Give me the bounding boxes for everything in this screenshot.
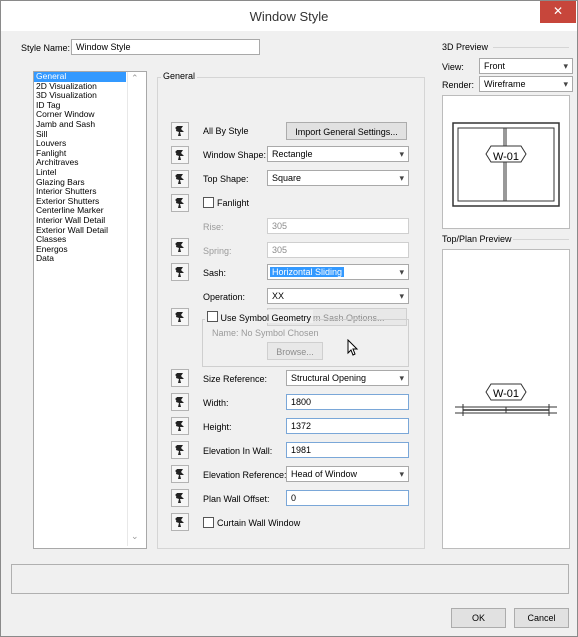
width-label: Width:	[203, 398, 229, 408]
by-style-icon[interactable]	[171, 513, 189, 531]
operation-label: Operation:	[203, 292, 246, 302]
plan-wall-offset-label: Plan Wall Offset:	[203, 494, 270, 504]
cancel-button[interactable]: Cancel	[514, 608, 569, 628]
top-shape-select[interactable]: Square ▾	[267, 170, 409, 186]
import-general-settings-button[interactable]: Import General Settings...	[286, 122, 407, 140]
scroll-down-icon[interactable]: ⌄	[131, 531, 139, 542]
by-style-toggle-icon	[175, 312, 184, 322]
sash-select[interactable]: Horizontal Sliding ▾	[267, 264, 409, 280]
by-style-icon[interactable]	[171, 263, 189, 281]
style-name-input[interactable]: Window Style	[71, 39, 260, 55]
by-style-icon[interactable]	[171, 194, 189, 212]
spring-label: Spring:	[203, 246, 232, 256]
top-shape-label: Top Shape:	[203, 174, 249, 184]
preview-3d-panel: W-01	[442, 95, 570, 229]
all-by-style-label: All By Style	[203, 126, 249, 136]
by-style-toggle-icon	[175, 517, 184, 527]
by-style-toggle-icon	[175, 150, 184, 160]
close-button[interactable]: ✕	[540, 1, 576, 23]
by-style-icon[interactable]	[171, 238, 189, 256]
divider	[493, 47, 569, 48]
size-reference-select[interactable]: Structural Opening ▾	[286, 370, 409, 386]
by-style-toggle-icon	[175, 493, 184, 503]
by-style-toggle-icon	[175, 373, 184, 383]
general-group-label: General	[161, 71, 198, 81]
by-style-toggle-icon	[175, 126, 184, 136]
height-label: Height:	[203, 422, 232, 432]
curtain-wall-window-label: Curtain Wall Window	[217, 518, 301, 528]
by-style-icon[interactable]	[171, 489, 189, 507]
view-select[interactable]: Front ▾	[479, 58, 573, 74]
chevron-down-icon: ▾	[563, 61, 568, 71]
plan-preview-panel: W-01	[442, 249, 570, 549]
sash-label: Sash:	[203, 268, 227, 278]
by-style-icon[interactable]	[171, 465, 189, 483]
list-scrollbar[interactable]: ⌃ ⌄	[127, 72, 145, 546]
by-style-icon[interactable]	[171, 170, 189, 188]
height-input[interactable]: 1372	[286, 418, 409, 434]
category-list[interactable]: General 2D Visualization 3D Visualization I…	[33, 71, 147, 549]
operation-select[interactable]: XX ▾	[267, 288, 409, 304]
chevron-down-icon: ▾	[399, 149, 404, 159]
fanlight-checkbox[interactable]	[203, 197, 214, 208]
symbol-geometry-header: Use Symbol Geometry	[205, 310, 314, 323]
by-style-toggle-icon	[175, 267, 184, 277]
chevron-down-icon: ▾	[399, 291, 404, 301]
elevation-in-wall-input[interactable]: 1981	[286, 442, 409, 458]
width-input[interactable]: 1800	[286, 394, 409, 410]
size-reference-label: Size Reference:	[203, 374, 268, 384]
chevron-down-icon: ▾	[399, 267, 404, 277]
description-box	[11, 564, 569, 594]
window-tag-3d: W-01	[492, 151, 520, 163]
view-label: View:	[442, 62, 464, 72]
plan-wall-offset-input[interactable]: 0	[286, 490, 409, 506]
by-style-toggle-icon	[175, 421, 184, 431]
elevation-reference-select[interactable]: Head of Window ▾	[286, 466, 409, 482]
browse-button[interactable]: Browse...	[267, 342, 323, 360]
rise-label: Rise:	[203, 222, 224, 232]
elevation-in-wall-label: Elevation In Wall:	[203, 446, 273, 456]
window-style-dialog: Window Style ✕ Style Name: Window Style …	[0, 0, 578, 637]
by-style-icon[interactable]	[171, 308, 189, 326]
by-style-toggle-icon	[175, 242, 184, 252]
by-style-toggle-icon	[175, 469, 184, 479]
dialog-title: Window Style	[249, 9, 329, 24]
ok-button[interactable]: OK	[451, 608, 506, 628]
window-tag-plan: W-01	[492, 388, 520, 400]
spring-input[interactable]: 305	[267, 242, 409, 258]
by-style-icon[interactable]	[171, 369, 189, 387]
rise-input[interactable]: 305	[267, 218, 409, 234]
plan-preview-label: Top/Plan Preview	[442, 234, 512, 244]
by-style-icon[interactable]	[171, 417, 189, 435]
style-name-label: Style Name:	[21, 43, 71, 53]
use-symbol-geometry-checkbox[interactable]	[207, 311, 218, 322]
by-style-icon[interactable]	[171, 146, 189, 164]
render-select[interactable]: Wireframe ▾	[479, 76, 573, 92]
symbol-name-label: Name: No Symbol Chosen	[212, 328, 319, 338]
divider	[513, 239, 569, 240]
by-style-icon[interactable]	[171, 393, 189, 411]
title-bar: Window Style ✕	[1, 1, 577, 31]
use-symbol-geometry-label: Use Symbol Geometry	[220, 313, 312, 323]
by-style-icon[interactable]	[171, 441, 189, 459]
by-style-toggle-icon	[175, 198, 184, 208]
by-style-toggle-icon	[175, 174, 184, 184]
window-shape-select[interactable]: Rectangle ▾	[267, 146, 409, 162]
chevron-down-icon: ▾	[399, 469, 404, 479]
scroll-up-icon[interactable]: ⌃	[131, 73, 139, 84]
curtain-wall-window-checkbox[interactable]	[203, 517, 214, 528]
by-style-toggle-icon	[175, 445, 184, 455]
chevron-down-icon: ▾	[563, 79, 568, 89]
elevation-reference-label: Elevation Reference:	[203, 470, 287, 480]
render-label: Render:	[442, 80, 475, 90]
window-shape-label: Window Shape:	[203, 150, 267, 160]
chevron-down-icon: ▾	[399, 373, 404, 383]
by-style-toggle-icon	[175, 397, 184, 407]
mouse-cursor-icon	[347, 339, 359, 356]
fanlight-label: Fanlight	[217, 198, 250, 208]
preview-3d-label: 3D Preview	[442, 42, 489, 52]
chevron-down-icon: ▾	[399, 173, 404, 183]
by-style-icon[interactable]	[171, 122, 189, 140]
